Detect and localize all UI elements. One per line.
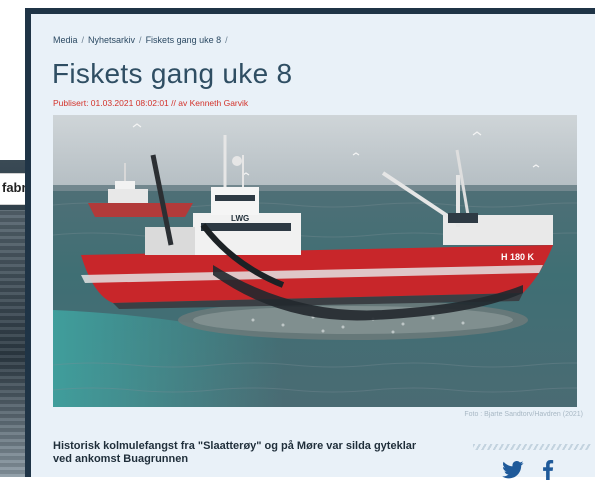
breadcrumb-separator: /	[225, 35, 228, 45]
twitter-icon[interactable]	[502, 461, 524, 479]
share-divider	[473, 444, 591, 450]
hull-number: H 180 K	[501, 252, 535, 262]
wheelhouse-marking: LWG	[231, 214, 249, 223]
background-title-fragment: fabr	[2, 180, 27, 195]
article-window: Media / Nyhetsarkiv / Fiskets gang uke 8/ Fi…	[25, 8, 595, 480]
breadcrumb-nyhetsarkiv[interactable]: Nyhetsarkiv	[88, 35, 135, 45]
article-photo: H 180 K LWG	[53, 115, 577, 407]
article-lead: Historisk kolmulefangst fra "Slaatterøy"…	[53, 440, 417, 465]
facebook-icon[interactable]	[541, 460, 555, 480]
article-byline: Publisert: 01.03.2021 08:02:01 // av Ken…	[53, 98, 249, 108]
facebook-icon	[543, 460, 554, 480]
breadcrumb: Media / Nyhetsarkiv / Fiskets gang uke 8/	[53, 35, 232, 45]
fishing-vessel-photo: H 180 K LWG	[53, 115, 577, 407]
breadcrumb-separator: /	[81, 35, 85, 45]
twitter-icon	[502, 461, 524, 479]
breadcrumb-current[interactable]: Fiskets gang uke 8	[146, 35, 222, 45]
article-panel: Media / Nyhetsarkiv / Fiskets gang uke 8/ Fi…	[31, 14, 595, 480]
breadcrumb-media[interactable]: Media	[53, 35, 78, 45]
photo-credit: Foto : Bjarte Sandtorv/Havdren (2021)	[464, 411, 583, 418]
page-title: Fiskets gang uke 8	[52, 58, 293, 89]
breadcrumb-separator: /	[139, 35, 142, 45]
